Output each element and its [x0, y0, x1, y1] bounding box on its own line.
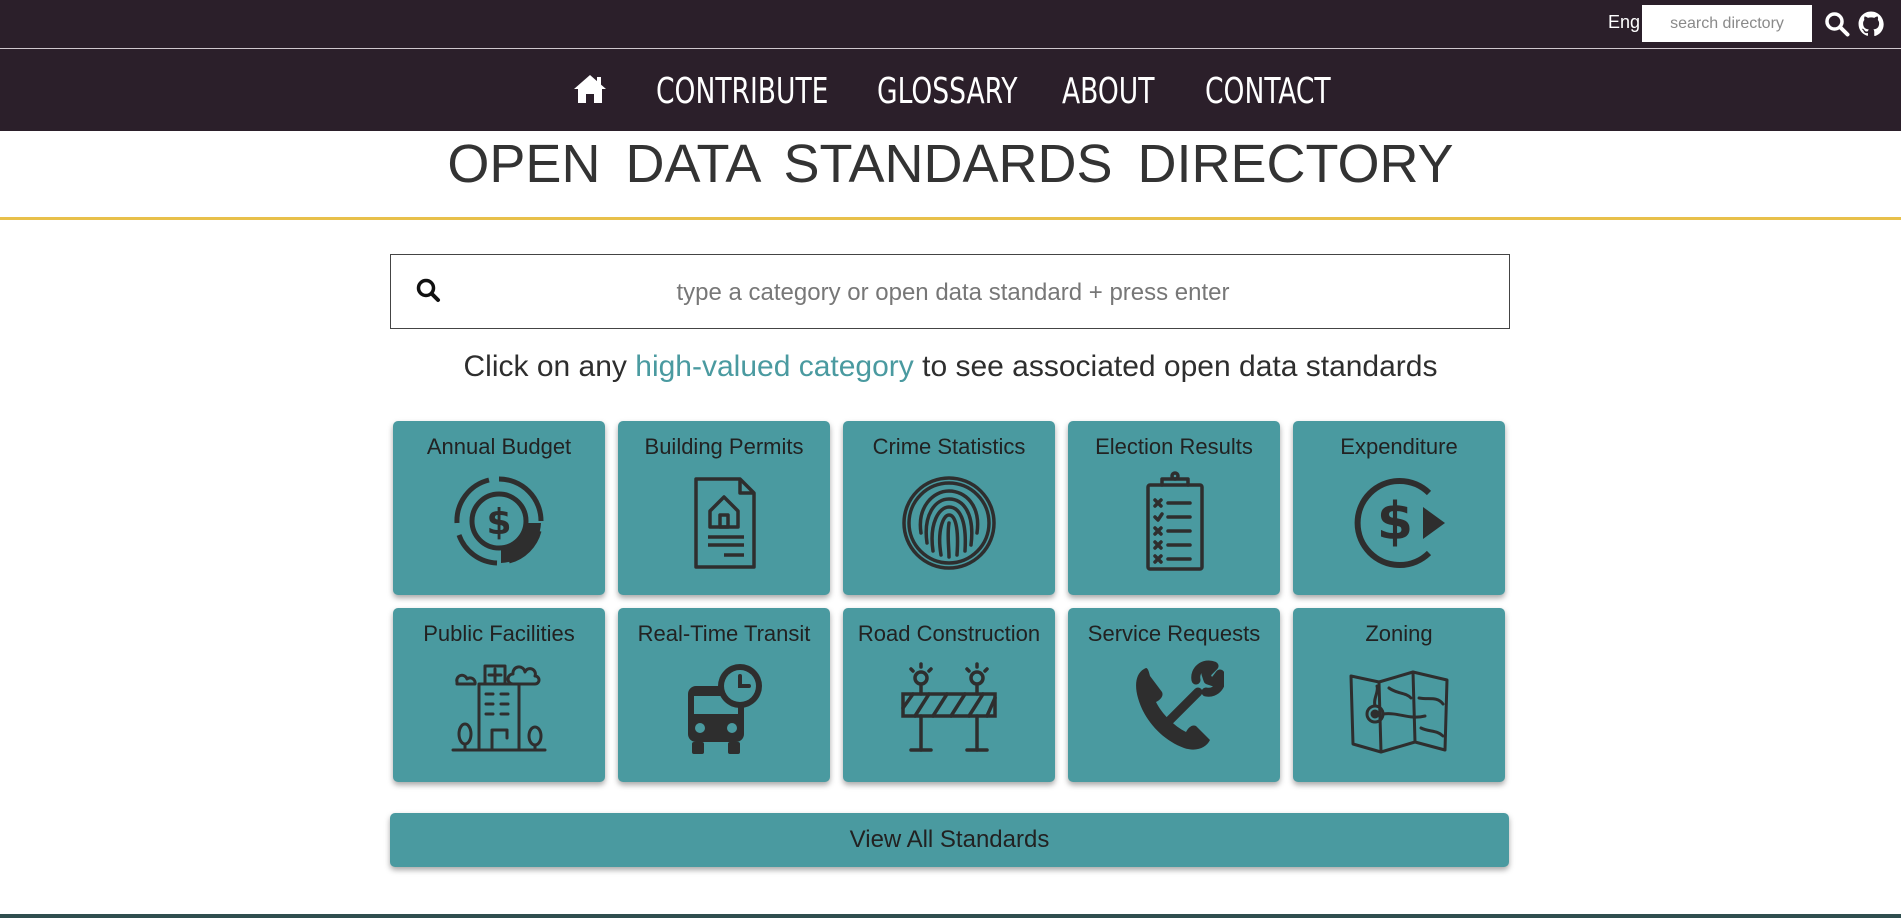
category-tile-public-facilities[interactable]: Public Facilities [393, 608, 605, 782]
category-prompt: Click on any high-valued category to see… [0, 350, 1901, 384]
category-tile-real-time-transit[interactable]: Real-Time Transit [618, 608, 830, 782]
category-tile-election-results[interactable]: Election Results [1068, 421, 1280, 595]
top-bar: Eng [0, 0, 1901, 49]
category-label: Zoning [1365, 621, 1433, 646]
category-label: Road Construction [857, 621, 1041, 646]
nav-glossary[interactable]: GLOSSARY [877, 71, 1017, 112]
nav-contact[interactable]: CONTACT [1205, 71, 1331, 112]
nav-about[interactable]: ABOUT [1062, 71, 1154, 112]
fingerprint-icon [902, 476, 996, 570]
category-label: Building Permits [644, 434, 804, 459]
language-selector[interactable]: Eng [1608, 12, 1640, 33]
category-label: Real-Time Transit [637, 621, 811, 646]
category-label: Election Results [1095, 434, 1253, 459]
search-icon [416, 278, 440, 302]
main-nav: CONTRIBUTE GLOSSARY ABOUT CONTACT [0, 49, 1901, 131]
view-all-standards-button[interactable]: View All Standards [390, 813, 1509, 867]
clipboard-checklist-icon [1146, 471, 1204, 571]
category-search-box[interactable] [390, 254, 1510, 330]
map-icon [1349, 670, 1449, 754]
category-search-input[interactable] [451, 255, 1455, 330]
page-title: OPEN DATA STANDARDS DIRECTORY [0, 131, 1901, 220]
prompt-highlight: high-valued category [635, 350, 914, 383]
github-icon[interactable] [1858, 11, 1884, 37]
svg-text:$: $ [486, 502, 511, 543]
nav-contribute[interactable]: CONTRIBUTE [656, 71, 828, 112]
svg-text:$: $ [1377, 492, 1413, 552]
road-barrier-icon [901, 662, 997, 752]
category-label: Crime Statistics [872, 434, 1026, 459]
building-permit-document-icon [694, 477, 756, 569]
category-label: Expenditure [1340, 434, 1458, 459]
category-grid: Annual Budget $ Building Permits Crime S… [393, 421, 1507, 783]
footer-strip [0, 914, 1901, 918]
category-tile-crime-statistics[interactable]: Crime Statistics [843, 421, 1055, 595]
category-tile-expenditure[interactable]: Expenditure $ [1293, 421, 1505, 595]
category-label: Public Facilities [423, 621, 575, 646]
category-tile-building-permits[interactable]: Building Permits [618, 421, 830, 595]
category-tile-road-construction[interactable]: Road Construction [843, 608, 1055, 782]
search-icon[interactable] [1824, 11, 1850, 37]
category-tile-zoning[interactable]: Zoning [1293, 608, 1505, 782]
home-icon[interactable] [572, 73, 608, 105]
bus-clock-icon [688, 664, 762, 754]
category-label: Annual Budget [426, 434, 572, 459]
category-label: Service Requests [1087, 621, 1261, 646]
hospital-building-icon [451, 664, 547, 752]
budget-dollar-icon: $ [454, 476, 544, 566]
dollar-arrow-icon: $ [1354, 478, 1445, 568]
directory-search-input[interactable] [1642, 5, 1812, 42]
prompt-text-after: to see associated open data standards [913, 350, 1438, 383]
prompt-text-before: Click on any [463, 350, 636, 383]
phone-wrench-icon [1136, 660, 1224, 750]
category-tile-annual-budget[interactable]: Annual Budget $ [393, 421, 605, 595]
category-tile-service-requests[interactable]: Service Requests [1068, 608, 1280, 782]
